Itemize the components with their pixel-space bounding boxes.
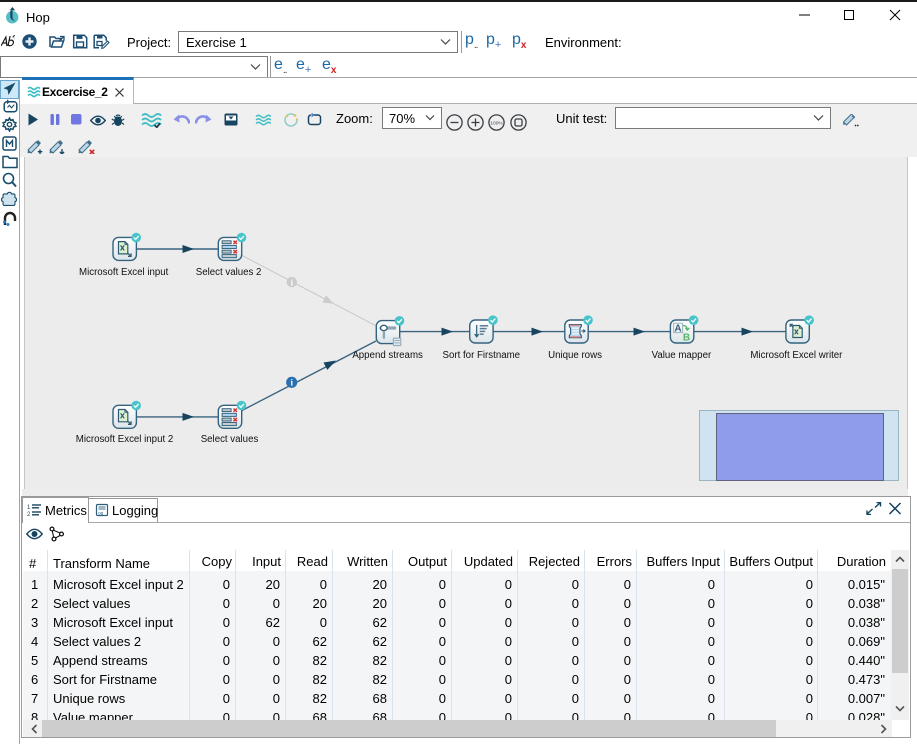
svg-text:2: 2	[27, 512, 31, 517]
svg-text:B: B	[683, 333, 690, 344]
svg-text:A: A	[674, 324, 681, 335]
svg-text:1: 1	[27, 505, 31, 511]
svg-text:og: og	[98, 511, 104, 516]
svg-text:100%: 100%	[490, 120, 503, 126]
